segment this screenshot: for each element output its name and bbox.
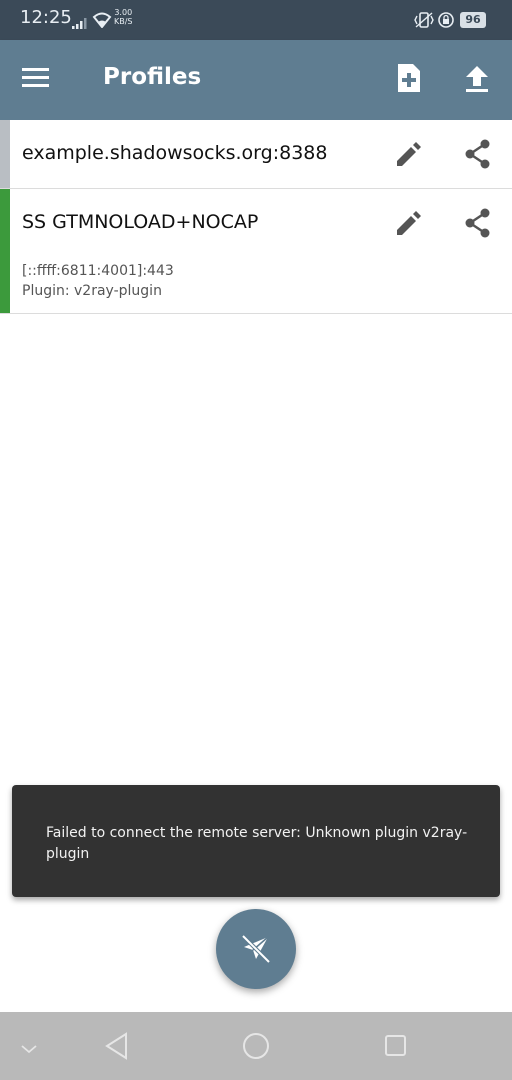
battery-icon: 96	[460, 12, 486, 28]
network-speed: 3.00 KB/S	[114, 8, 133, 26]
recent-apps-icon[interactable]	[384, 1034, 408, 1062]
plane-off-icon	[241, 934, 271, 964]
network-speed-unit: KB/S	[114, 17, 133, 26]
error-snackbar: Failed to connect the remote server: Unk…	[12, 785, 500, 897]
hide-nav-chevron-icon[interactable]	[20, 1040, 38, 1059]
profile-selection-indicator	[0, 120, 10, 188]
home-icon[interactable]	[242, 1032, 270, 1064]
profile-plugin: Plugin: v2ray-plugin	[22, 283, 162, 299]
profile-name: SS GTMNOLOAD+NOCAP	[22, 211, 259, 233]
edit-icon[interactable]	[393, 207, 425, 239]
vibrate-icon	[414, 12, 434, 32]
profile-row[interactable]: example.shadowsocks.org:8388	[0, 120, 512, 189]
status-time: 12:25	[20, 7, 72, 28]
profile-server-address: [::ffff:6811:4001]:443	[22, 263, 174, 279]
rotation-lock-icon	[438, 12, 454, 32]
wifi-icon	[92, 12, 112, 32]
app-toolbar: Profiles	[0, 40, 512, 120]
snackbar-message: Failed to connect the remote server: Unk…	[46, 825, 468, 862]
signal-icon	[72, 14, 88, 33]
status-bar: 12:25 3.00 KB/S 96	[0, 0, 512, 40]
share-icon[interactable]	[462, 207, 494, 239]
share-icon[interactable]	[462, 138, 494, 170]
profile-row[interactable]: SS GTMNOLOAD+NOCAP [::ffff:6811:4001]:44…	[0, 189, 512, 314]
back-icon[interactable]	[104, 1032, 130, 1064]
new-file-icon[interactable]	[396, 62, 424, 98]
page-title: Profiles	[103, 64, 202, 90]
hamburger-menu-icon[interactable]	[22, 66, 56, 94]
connect-fab-button[interactable]	[216, 909, 296, 989]
network-speed-value: 3.00	[114, 8, 133, 17]
system-navigation-bar	[0, 1012, 512, 1080]
edit-icon[interactable]	[393, 138, 425, 170]
profile-name: example.shadowsocks.org:8388	[22, 142, 328, 164]
upload-icon[interactable]	[464, 64, 492, 96]
profile-selection-indicator	[0, 189, 10, 313]
